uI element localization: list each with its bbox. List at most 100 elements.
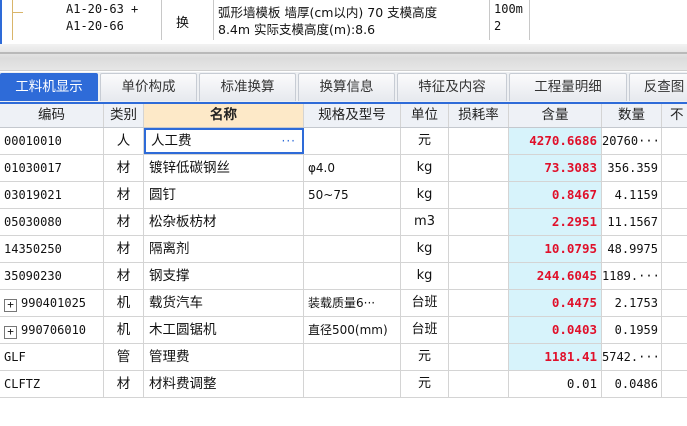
expand-icon[interactable]: + (4, 299, 17, 312)
table-row[interactable]: GLF 管 管理费 元 1181.41 5742.··· (0, 344, 687, 371)
cell-amount[interactable]: 0.01 (509, 371, 602, 397)
col-header-loss-rate[interactable]: 损耗率 (449, 104, 509, 127)
cell-spec (304, 128, 401, 154)
cell-spec[interactable]: 50~75 (304, 182, 401, 208)
cell-name[interactable]: 松杂板枋材 (144, 209, 304, 235)
cell-code: 35090230 (0, 263, 104, 289)
cell-loss-rate[interactable] (449, 263, 509, 289)
cell-name[interactable]: 钢支撑 (144, 263, 304, 289)
col-header-spec[interactable]: 规格及型号 (304, 104, 401, 127)
cell-loss-rate[interactable] (449, 155, 509, 181)
cell-extra (662, 371, 687, 397)
table-row[interactable]: +990706010 机 木工圆锯机 直径500(mm) 台班 0.0403 0… (0, 317, 687, 344)
cell-amount[interactable]: 0.4475 (509, 290, 602, 316)
cell-spec[interactable]: 直径500(mm) (304, 317, 401, 343)
table-row[interactable]: 35090230 材 钢支撑 kg 244.6045 1189.··· (0, 263, 687, 290)
cell-loss-rate[interactable] (449, 182, 509, 208)
cell-spec[interactable]: φ4.0 (304, 155, 401, 181)
cell-type: 材 (104, 263, 144, 289)
cell-spec[interactable] (304, 371, 401, 397)
col-header-code[interactable]: 编码 (0, 104, 104, 127)
cell-code: 01030017 (0, 155, 104, 181)
table-row[interactable]: 14350250 材 隔离剂 kg 10.0795 48.9975 (0, 236, 687, 263)
grid-header: 编码 类别 名称 规格及型号 单位 损耗率 含量 数量 不 (0, 104, 687, 128)
cell-amount[interactable]: 10.0795 (509, 236, 602, 262)
col-header-unit[interactable]: 单位 (401, 104, 449, 127)
cell-name[interactable]: 材料费调整 (144, 371, 304, 397)
table-row[interactable]: +990401025 机 载货汽车 装载质量6··· 台班 0.4475 2.1… (0, 290, 687, 317)
tab-unit-price-composition[interactable]: 单价构成 (100, 73, 197, 101)
cell-name-selected[interactable]: 人工费 ··· (144, 128, 304, 154)
tab-quantity-details[interactable]: 工程量明细 (509, 73, 627, 101)
cell-loss-rate[interactable] (449, 128, 509, 154)
cell-name[interactable]: 木工圆锯机 (144, 317, 304, 343)
table-row[interactable]: 01030017 材 镀锌低碳钢丝 φ4.0 kg 73.3083 356.35… (0, 155, 687, 182)
cell-quantity: 0.0486 (602, 371, 662, 397)
tab-standard-conversion[interactable]: 标准换算 (199, 73, 296, 101)
cell-spec[interactable]: 装载质量6··· (304, 290, 401, 316)
col-header-amount[interactable]: 含量 (509, 104, 602, 127)
cell-amount[interactable]: 73.3083 (509, 155, 602, 181)
cell-amount[interactable]: 1181.41 (509, 344, 602, 370)
cell-name[interactable]: 隔离剂 (144, 236, 304, 262)
cell-unit: m3 (401, 209, 449, 235)
cell-unit: 台班 (401, 290, 449, 316)
cell-code: CLFTZ (0, 371, 104, 397)
cell-spec[interactable] (304, 344, 401, 370)
parent-qty-line2: 2 (494, 19, 502, 33)
parent-row[interactable]: A1-20-63 + A1-20-66 换 弧形墙模板 墙厚(cm以内) 70 … (0, 0, 687, 44)
cell-code: 14350250 (0, 236, 104, 262)
cell-spec[interactable] (304, 263, 401, 289)
cell-name[interactable]: 管理费 (144, 344, 304, 370)
col-header-type[interactable]: 类别 (104, 104, 144, 127)
cell-quantity: 0.1959 (602, 317, 662, 343)
cell-spec[interactable] (304, 209, 401, 235)
cell-amount[interactable]: 0.0403 (509, 317, 602, 343)
cell-loss-rate[interactable] (449, 236, 509, 262)
cell-amount[interactable]: 244.6045 (509, 263, 602, 289)
cell-name[interactable]: 圆钉 (144, 182, 304, 208)
cell-quantity: 2.1753 (602, 290, 662, 316)
tab-features-content[interactable]: 特征及内容 (397, 73, 507, 101)
cell-amount[interactable]: 2.2951 (509, 209, 602, 235)
cell-unit: 元 (401, 371, 449, 397)
cell-type: 材 (104, 236, 144, 262)
more-options-icon[interactable]: ··· (282, 130, 296, 152)
cell-loss-rate[interactable] (449, 290, 509, 316)
cell-name[interactable]: 载货汽车 (144, 290, 304, 316)
cell-code: +990401025 (0, 290, 104, 316)
table-row[interactable]: 03019021 材 圆钉 50~75 kg 0.8467 4.1159 (0, 182, 687, 209)
tab-reverse-lookup[interactable]: 反查图 (629, 73, 687, 101)
cell-loss-rate[interactable] (449, 317, 509, 343)
panel-splitter[interactable] (0, 44, 687, 71)
parent-type: 换 (176, 16, 190, 31)
cell-type: 人 (104, 128, 144, 154)
cell-loss-rate[interactable] (449, 344, 509, 370)
col-header-quantity[interactable]: 数量 (602, 104, 662, 127)
cell-quantity: 48.9975 (602, 236, 662, 262)
cell-quantity: 5742.··· (602, 344, 662, 370)
cell-extra (662, 128, 687, 154)
cell-code: 05030080 (0, 209, 104, 235)
cell-amount[interactable]: 4270.6686 (509, 128, 602, 154)
col-header-extra[interactable]: 不 (662, 104, 687, 127)
table-row[interactable]: CLFTZ 材 材料费调整 元 0.01 0.0486 (0, 371, 687, 398)
expand-icon[interactable]: + (4, 326, 17, 339)
cell-type: 材 (104, 209, 144, 235)
cell-spec[interactable] (304, 236, 401, 262)
cell-code: GLF (0, 344, 104, 370)
cell-name[interactable]: 镀锌低碳钢丝 (144, 155, 304, 181)
tab-labor-material-machine[interactable]: 工料机显示 (0, 73, 98, 101)
col-header-name[interactable]: 名称 (144, 104, 304, 127)
cell-type: 材 (104, 155, 144, 181)
cell-extra (662, 317, 687, 343)
table-row[interactable]: 05030080 材 松杂板枋材 m3 2.2951 11.1567 (0, 209, 687, 236)
tab-conversion-info[interactable]: 换算信息 (298, 73, 395, 101)
table-row[interactable]: 00010010 人 人工费 ··· 元 4270.6686 20760··· (0, 128, 687, 155)
cell-unit: 元 (401, 128, 449, 154)
cell-loss-rate[interactable] (449, 371, 509, 397)
cell-code: 00010010 (0, 128, 104, 154)
cell-unit: 台班 (401, 317, 449, 343)
cell-amount[interactable]: 0.8467 (509, 182, 602, 208)
cell-loss-rate[interactable] (449, 209, 509, 235)
